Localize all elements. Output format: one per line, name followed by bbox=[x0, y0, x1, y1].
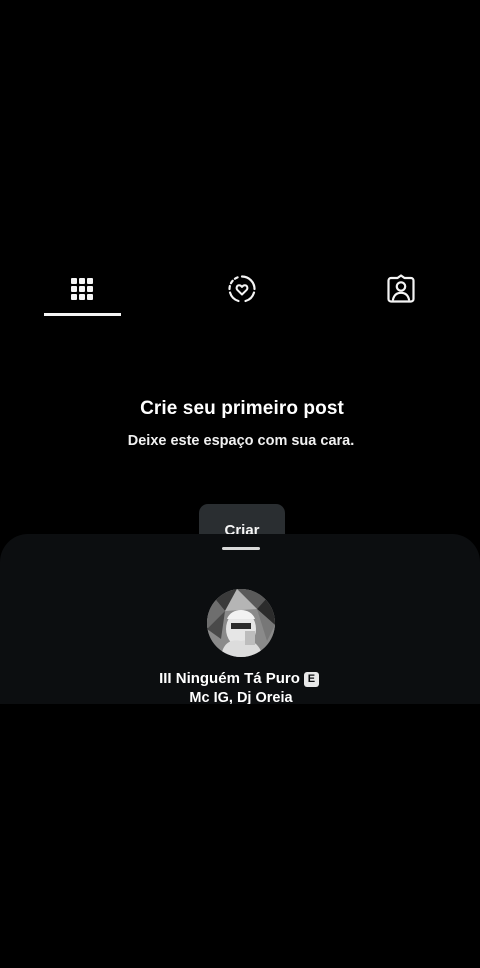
tab-reels[interactable] bbox=[202, 262, 282, 316]
track-artist: Mc IG, Dj Oreia bbox=[189, 690, 293, 704]
music-bottom-sheet: III Ninguém Tá Puro E Mc IG, Dj Oreia bbox=[0, 534, 480, 704]
album-cover-image bbox=[207, 589, 275, 657]
empty-state-title: Crie seu primeiro post bbox=[140, 398, 344, 419]
selected-tab-indicator bbox=[44, 313, 121, 316]
profile-tab-bar bbox=[0, 262, 480, 318]
tab-posts-grid[interactable] bbox=[42, 262, 122, 316]
tab-tagged[interactable] bbox=[361, 262, 441, 316]
explicit-badge: E bbox=[303, 672, 319, 687]
empty-state-subtitle: Deixe este espaço com sua cara. bbox=[127, 433, 355, 449]
track-title-text: III Ninguém Tá Puro bbox=[159, 670, 300, 687]
tagged-person-icon bbox=[387, 274, 415, 303]
track-title: III Ninguém Tá Puro E bbox=[0, 670, 478, 687]
grid-icon bbox=[71, 278, 93, 300]
sheet-drag-handle[interactable] bbox=[222, 547, 260, 550]
profile-screen: Crie seu primeiro post Deixe este espaço… bbox=[0, 0, 480, 968]
heart-circle-icon bbox=[228, 275, 256, 303]
